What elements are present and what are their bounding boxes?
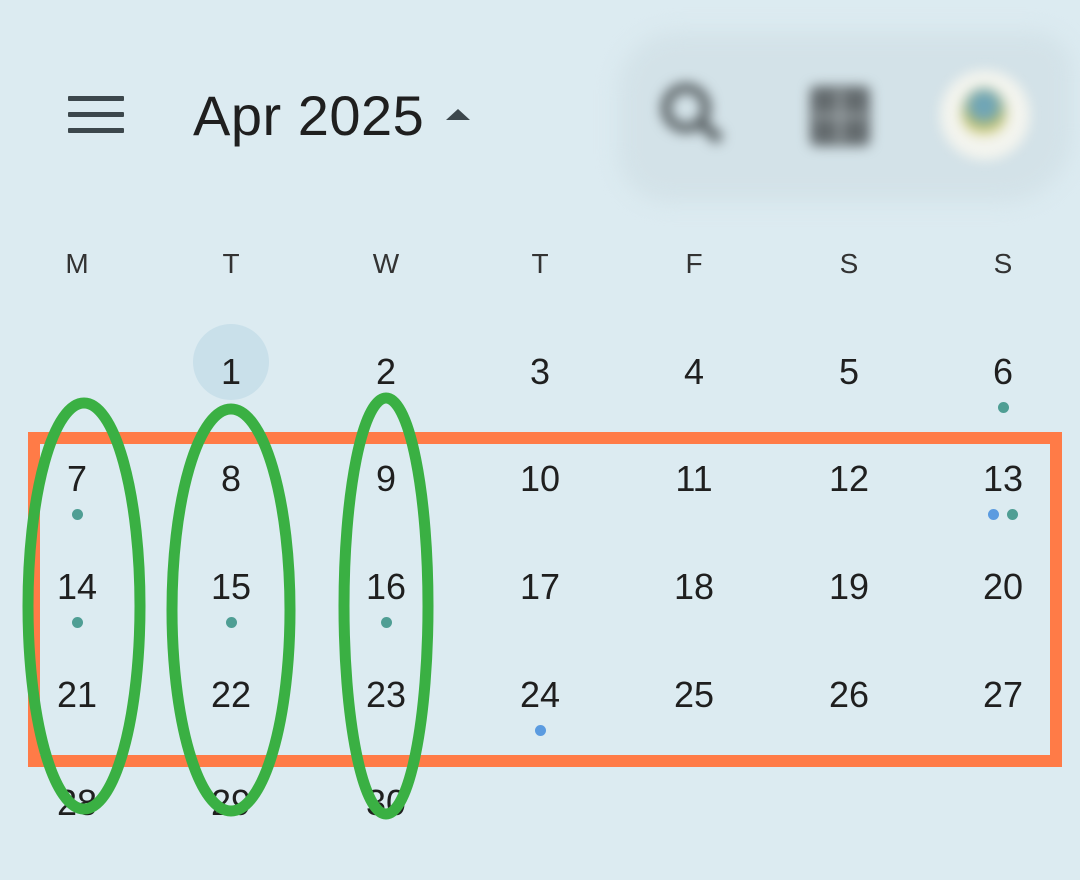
day-number: 5 bbox=[838, 351, 860, 392]
hamburger-menu-icon bbox=[68, 96, 124, 133]
day-cell-19[interactable]: 19 bbox=[804, 547, 894, 637]
day-number: 22 bbox=[210, 674, 252, 715]
page-title: Apr 2025 bbox=[193, 83, 425, 147]
day-number: 10 bbox=[519, 458, 561, 499]
day-cell-24[interactable]: 24 bbox=[495, 655, 585, 745]
day-number: 8 bbox=[220, 458, 242, 499]
event-dot-teal bbox=[71, 617, 83, 628]
event-dot-blue bbox=[988, 509, 999, 520]
avatar[interactable] bbox=[940, 70, 1030, 160]
event-dot-teal bbox=[71, 509, 83, 520]
day-cell-1[interactable]: 1 bbox=[186, 324, 276, 422]
day-number: 12 bbox=[828, 458, 870, 499]
day-cell-17[interactable]: 17 bbox=[495, 547, 585, 637]
day-number: 28 bbox=[56, 782, 98, 823]
event-dot-teal bbox=[1007, 509, 1018, 520]
event-indicators bbox=[32, 509, 122, 520]
day-number: 2 bbox=[375, 351, 397, 392]
day-cell-26[interactable]: 26 bbox=[804, 655, 894, 745]
day-number: 14 bbox=[56, 566, 98, 607]
month-selector[interactable]: Apr 2025 bbox=[193, 80, 472, 150]
day-cell-22[interactable]: 22 bbox=[186, 655, 276, 745]
day-number: 18 bbox=[673, 566, 715, 607]
weekday-label-friday: F bbox=[685, 248, 703, 279]
day-cell-30[interactable]: 30 bbox=[341, 763, 431, 853]
day-cell-11[interactable]: 11 bbox=[649, 439, 739, 529]
menu-button[interactable] bbox=[62, 88, 130, 142]
day-number: 30 bbox=[365, 782, 407, 823]
weekday-label-thursday: T bbox=[531, 248, 549, 279]
day-number: 4 bbox=[683, 351, 705, 392]
event-indicators bbox=[341, 617, 431, 628]
day-number: 17 bbox=[519, 566, 561, 607]
day-cell-23[interactable]: 23 bbox=[341, 655, 431, 745]
caret-up-icon bbox=[446, 109, 471, 120]
day-cell-9[interactable]: 9 bbox=[341, 439, 431, 529]
weekday-label-tuesday: T bbox=[222, 248, 240, 279]
event-indicators bbox=[495, 725, 585, 736]
avatar-image bbox=[962, 88, 1006, 138]
day-cell-20[interactable]: 20 bbox=[958, 547, 1048, 637]
day-cell-21[interactable]: 21 bbox=[32, 655, 122, 745]
day-cell-27[interactable]: 27 bbox=[958, 655, 1048, 745]
day-number: 29 bbox=[210, 782, 252, 823]
weekday-label-sunday: S bbox=[993, 248, 1013, 279]
day-cell-13[interactable]: 13 bbox=[958, 439, 1048, 529]
event-dot-blue bbox=[534, 725, 546, 736]
calendar-app: Apr 2025 MTWTFSS 1 2 3 4 5 6 7 8 9 10 11 12 13 14 15 16… bbox=[0, 0, 1080, 880]
day-cell-5[interactable]: 5 bbox=[804, 332, 894, 422]
day-cell-15[interactable]: 15 bbox=[186, 547, 276, 637]
event-dot-teal bbox=[225, 617, 237, 628]
day-number: 15 bbox=[210, 566, 252, 607]
day-cell-10[interactable]: 10 bbox=[495, 439, 585, 529]
day-number: 23 bbox=[365, 674, 407, 715]
weekday-label-wednesday: W bbox=[372, 248, 400, 279]
day-cell-18[interactable]: 18 bbox=[649, 547, 739, 637]
day-number: 26 bbox=[828, 674, 870, 715]
day-cell-3[interactable]: 3 bbox=[495, 332, 585, 422]
day-cell-28[interactable]: 28 bbox=[32, 763, 122, 853]
grid-icon[interactable] bbox=[806, 82, 874, 150]
event-dot-teal bbox=[380, 617, 392, 628]
day-cell-25[interactable]: 25 bbox=[649, 655, 739, 745]
day-number: 11 bbox=[675, 458, 713, 499]
day-number: 21 bbox=[56, 674, 98, 715]
day-number: 6 bbox=[992, 351, 1014, 392]
search-icon[interactable] bbox=[656, 82, 730, 146]
day-number: 3 bbox=[529, 351, 551, 392]
day-number: 19 bbox=[828, 566, 870, 607]
weekday-label-monday: M bbox=[65, 248, 89, 279]
day-cell-7[interactable]: 7 bbox=[32, 439, 122, 529]
day-cell-29[interactable]: 29 bbox=[186, 763, 276, 853]
day-number: 16 bbox=[365, 566, 407, 607]
day-number: 27 bbox=[982, 674, 1024, 715]
day-number: 24 bbox=[519, 674, 561, 715]
day-cell-4[interactable]: 4 bbox=[649, 332, 739, 422]
day-number: 1 bbox=[220, 351, 242, 392]
day-cell-16[interactable]: 16 bbox=[341, 547, 431, 637]
day-cell-12[interactable]: 12 bbox=[804, 439, 894, 529]
day-cell-2[interactable]: 2 bbox=[341, 332, 431, 422]
day-number: 13 bbox=[982, 458, 1024, 499]
day-cell-14[interactable]: 14 bbox=[32, 547, 122, 637]
event-indicators bbox=[958, 402, 1048, 413]
event-indicators bbox=[958, 509, 1048, 520]
event-indicators bbox=[32, 617, 122, 628]
event-indicators bbox=[186, 617, 276, 628]
day-number: 7 bbox=[66, 458, 88, 499]
day-number: 9 bbox=[375, 458, 397, 499]
day-number: 25 bbox=[673, 674, 715, 715]
weekday-label-saturday: S bbox=[839, 248, 859, 279]
day-number: 20 bbox=[982, 566, 1024, 607]
day-cell-6[interactable]: 6 bbox=[958, 332, 1048, 422]
event-dot-teal bbox=[997, 402, 1009, 413]
day-cell-8[interactable]: 8 bbox=[186, 439, 276, 529]
